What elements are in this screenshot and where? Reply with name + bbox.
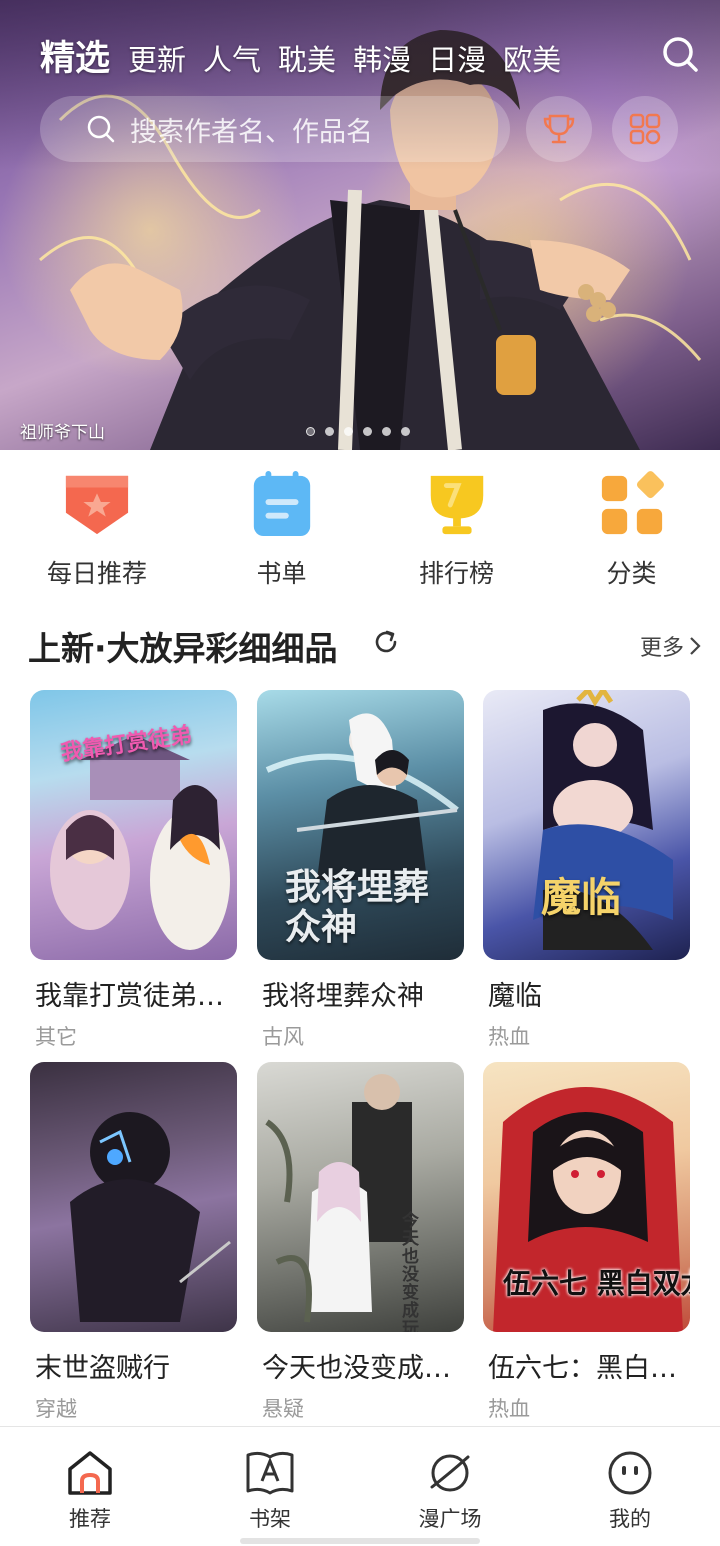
refresh-icon[interactable] xyxy=(372,628,400,656)
category-label: 分类 xyxy=(606,559,657,588)
tab-korean[interactable]: 韩漫 xyxy=(353,37,411,79)
chevron-right-icon xyxy=(690,637,701,655)
pagination-dot xyxy=(382,427,391,436)
profile-face-icon xyxy=(608,1451,652,1495)
ranking-button[interactable] xyxy=(526,96,592,162)
ranking-entry[interactable]: 排行榜 xyxy=(369,470,544,590)
comic-cover[interactable] xyxy=(30,1062,237,1332)
comic-genre: 热血 xyxy=(488,1397,530,1421)
search-icon[interactable] xyxy=(660,34,700,74)
comic-genre: 古风 xyxy=(262,1025,304,1049)
cover-title-art: 我将埋葬众神 xyxy=(285,867,430,948)
comic-cover[interactable]: 我将埋葬众神 xyxy=(257,690,464,960)
comic-title: 末世盗贼行 xyxy=(35,1353,170,1384)
pagination-dot xyxy=(325,427,334,436)
comic-title: 魔临 xyxy=(488,981,542,1012)
search-placeholder: 搜索作者名、作品名 xyxy=(130,116,373,148)
comic-cover[interactable]: 我靠打赏徒弟 xyxy=(30,690,237,960)
comic-card[interactable]: 末世盗贼行 穿越 xyxy=(30,1062,237,1423)
trophy-icon xyxy=(543,114,575,144)
comic-title: 我靠打赏徒弟… xyxy=(35,981,224,1012)
comic-card[interactable]: 今天也没变成玩偶呢 今天也没变成… 悬疑 xyxy=(257,1062,464,1423)
comic-card[interactable]: 伍六七 黑白双龙 伍六七：黑白… 热血 xyxy=(483,1062,690,1423)
quick-entry-row: 每日推荐 书单 排行榜 分类 xyxy=(0,470,720,590)
cover-title-art: 今天也没变成玩偶呢 xyxy=(402,1211,419,1332)
daily-badge-icon xyxy=(65,475,129,535)
nav-recommend-label: 推荐 xyxy=(69,1507,111,1531)
tab-western[interactable]: 欧美 xyxy=(503,37,561,79)
nav-recommend[interactable]: 推荐 xyxy=(0,1427,180,1546)
booklist-label: 书单 xyxy=(256,559,307,588)
cover-title-art: 伍六七 黑白双龙 xyxy=(503,1267,690,1300)
nav-bookshelf-label: 书架 xyxy=(249,1507,291,1531)
comic-card[interactable]: 魔临 魔临 热血 xyxy=(483,690,690,1051)
bottom-navigation: 推荐 书架 漫广场 我的 xyxy=(0,1426,720,1546)
banner-caption: 祖师爷下山 xyxy=(20,423,105,443)
search-icon xyxy=(87,115,115,143)
comic-genre: 悬疑 xyxy=(262,1397,304,1421)
comic-genre: 其它 xyxy=(35,1025,77,1049)
nav-bookshelf[interactable]: 书架 xyxy=(180,1427,360,1546)
category-tabs: 精选 更新 人气 耽美 韩漫 日漫 欧美 xyxy=(40,30,578,81)
banner-pagination xyxy=(306,427,410,436)
comic-cover[interactable]: 伍六七 黑白双龙 xyxy=(483,1062,690,1332)
category-button[interactable] xyxy=(612,96,678,162)
booklist-entry[interactable]: 书单 xyxy=(194,470,369,590)
daily-recommend-entry[interactable]: 每日推荐 xyxy=(0,470,194,590)
category-grid-icon xyxy=(601,471,664,535)
nav-plaza-label: 漫广场 xyxy=(418,1507,482,1531)
trophy-icon xyxy=(430,475,483,535)
tab-updates[interactable]: 更新 xyxy=(128,37,186,79)
home-icon xyxy=(68,1451,112,1495)
comic-card[interactable]: 我靠打赏徒弟 我靠打赏徒弟… 其它 xyxy=(30,690,237,1051)
pagination-dot xyxy=(344,427,353,436)
planet-icon xyxy=(430,1454,470,1492)
pagination-dot xyxy=(401,427,410,436)
cover-title-art: 魔临 xyxy=(541,875,621,921)
tab-featured[interactable]: 精选 xyxy=(40,30,110,81)
cover-artwork xyxy=(265,1074,412,1323)
ranking-label: 排行榜 xyxy=(418,559,494,588)
category-entry[interactable]: 分类 xyxy=(544,470,719,590)
tab-japanese[interactable]: 日漫 xyxy=(428,37,486,79)
comic-cover[interactable]: 今天也没变成玩偶呢 xyxy=(257,1062,464,1332)
daily-recommend-label: 每日推荐 xyxy=(46,559,147,588)
nav-plaza[interactable]: 漫广场 xyxy=(360,1427,540,1546)
nav-profile-label: 我的 xyxy=(609,1507,651,1531)
more-link[interactable]: 更多 xyxy=(640,630,702,662)
comic-genre: 热血 xyxy=(488,1025,530,1049)
pagination-dot xyxy=(363,427,372,436)
comic-genre: 穿越 xyxy=(35,1397,77,1421)
tab-bl[interactable]: 耽美 xyxy=(278,37,336,79)
comic-title: 今天也没变成… xyxy=(262,1353,451,1384)
bookshelf-icon xyxy=(246,1451,294,1495)
comic-card[interactable]: 我将埋葬众神 我将埋葬众神 古风 xyxy=(257,690,464,1051)
cover-artwork xyxy=(70,1112,231,1322)
category-grid-icon xyxy=(629,113,661,145)
nav-profile[interactable]: 我的 xyxy=(540,1427,720,1546)
search-input[interactable]: 搜索作者名、作品名 xyxy=(40,96,510,162)
comic-cover[interactable]: 魔临 xyxy=(483,690,690,960)
tab-popular[interactable]: 人气 xyxy=(203,37,261,79)
notebook-icon xyxy=(253,470,310,537)
system-home-indicator[interactable] xyxy=(240,1538,480,1544)
comic-title: 伍六七：黑白… xyxy=(488,1353,677,1384)
section-title: 上新·大放异彩细细品 xyxy=(28,629,338,668)
comic-title: 我将埋葬众神 xyxy=(262,981,424,1012)
more-label: 更多 xyxy=(640,636,685,661)
pagination-dot xyxy=(306,427,315,436)
